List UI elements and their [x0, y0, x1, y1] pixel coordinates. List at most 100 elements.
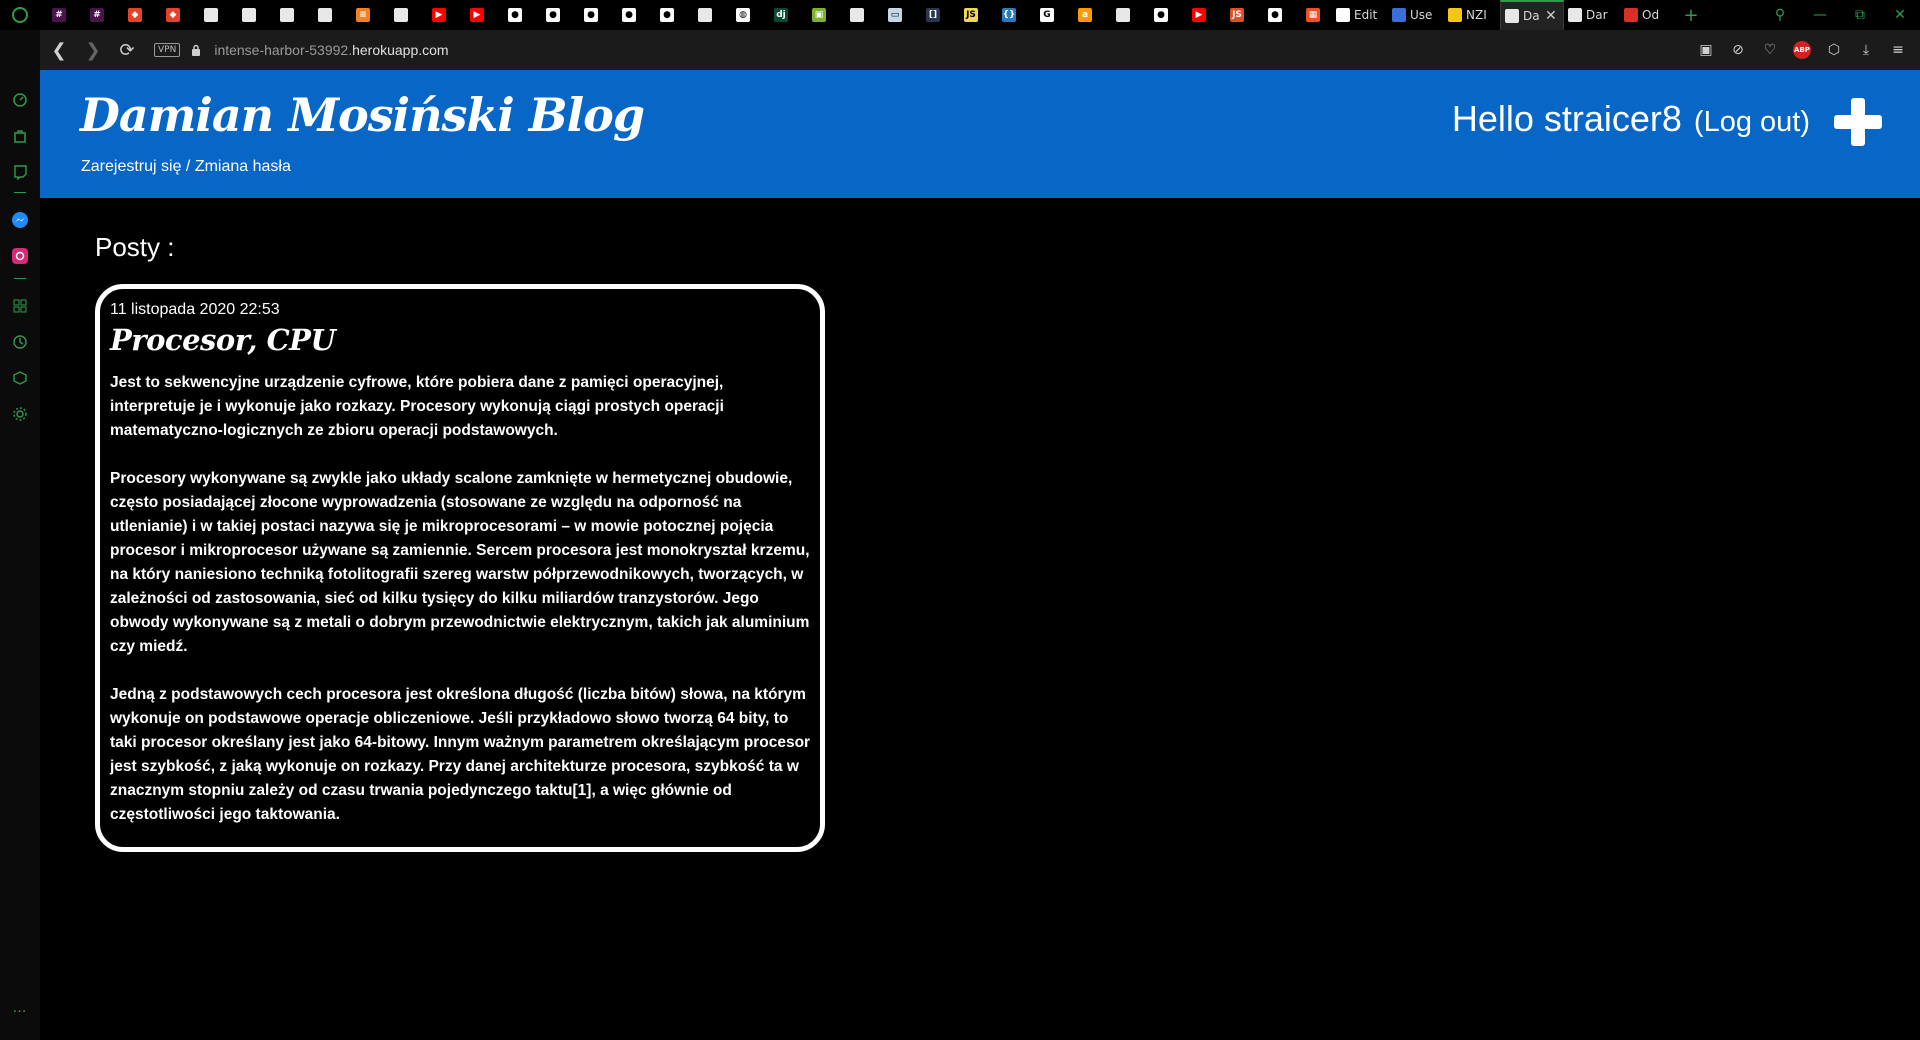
stackoverflow-icon: ≡	[356, 8, 370, 22]
instagram-icon[interactable]	[8, 244, 32, 268]
register-link[interactable]: Zarejestruj się	[81, 158, 181, 175]
browser-tab[interactable]: ▣	[800, 0, 838, 30]
github-icon: ●	[584, 8, 598, 22]
post-card[interactable]: 11 listopada 2020 22:53 Procesor, CPU Je…	[95, 284, 825, 852]
github-icon: ●	[546, 8, 560, 22]
url-domain: herokuapp.com	[352, 42, 449, 58]
browser-tab[interactable]	[192, 0, 230, 30]
browser-tab[interactable]: ◍	[724, 0, 762, 30]
link-separator: /	[181, 158, 195, 175]
snapshot-icon[interactable]: ▣	[1692, 36, 1720, 64]
tracker-blocker-icon[interactable]: ⊘	[1724, 36, 1752, 64]
opera-sidebar: …	[0, 30, 40, 1040]
browser-tab[interactable]	[230, 0, 268, 30]
twitch-icon[interactable]	[8, 160, 32, 184]
slack-icon: #	[90, 8, 104, 22]
opera-menu-icon[interactable]	[0, 0, 40, 30]
sidebar-more-icon[interactable]: …	[8, 996, 32, 1020]
browser-tab[interactable]: ◆	[116, 0, 154, 30]
browser-tab[interactable]: {}	[990, 0, 1028, 30]
restore-icon[interactable]: ⧉	[1840, 0, 1880, 30]
post-body: Jest to sekwencyjne urządzenie cyfrowe, …	[110, 371, 812, 851]
browser-tab[interactable]: ●	[572, 0, 610, 30]
browser-tab[interactable]: NZI	[1444, 0, 1500, 30]
lock-icon[interactable]	[188, 42, 204, 58]
site-title[interactable]: Damian Mosiński Blog	[80, 88, 645, 142]
browser-tab[interactable]: Dar	[1564, 0, 1620, 30]
document-icon	[394, 8, 408, 22]
logout-link[interactable]: (Log out)	[1694, 106, 1810, 139]
url-host: intense-harbor-53992.	[214, 42, 353, 58]
minimize-icon[interactable]: —	[1800, 0, 1840, 30]
browser-tab[interactable]: dj	[762, 0, 800, 30]
browser-tab[interactable]: ▶	[458, 0, 496, 30]
tab-label: Od	[1642, 8, 1660, 22]
tab-search-icon[interactable]: ⚲	[1760, 0, 1800, 30]
browser-tab[interactable]: ●	[1256, 0, 1294, 30]
browser-tab[interactable]: Use	[1388, 0, 1444, 30]
close-window-icon[interactable]: ✕	[1880, 0, 1920, 30]
browser-tab[interactable]: ◆	[154, 0, 192, 30]
bookmark-heart-icon[interactable]: ♡	[1756, 36, 1784, 64]
google-icon: G	[1040, 8, 1054, 22]
browser-tab[interactable]: ▶	[1180, 0, 1218, 30]
browser-tab[interactable]: ●	[610, 0, 648, 30]
messenger-icon[interactable]	[8, 208, 32, 232]
extensions-cube-icon[interactable]: ⬡	[1820, 36, 1848, 64]
browser-tab[interactable]: ▶	[420, 0, 458, 30]
document-icon	[318, 8, 332, 22]
browser-tab[interactable]: G	[1028, 0, 1066, 30]
browser-tab[interactable]: ●	[1142, 0, 1180, 30]
browser-tab[interactable]: Edit	[1332, 0, 1388, 30]
posts-heading: Posty :	[95, 232, 175, 262]
browser-tab[interactable]: ▭	[876, 0, 914, 30]
shopping-bag-icon[interactable]	[8, 124, 32, 148]
browser-tab[interactable]: JS	[952, 0, 990, 30]
new-tab-button[interactable]: +	[1676, 0, 1706, 30]
browser-tab[interactable]: ≡	[344, 0, 382, 30]
change-password-link[interactable]: Zmiana hasła	[195, 158, 291, 175]
javascript-icon: JS	[964, 8, 978, 22]
browser-tab[interactable]	[838, 0, 876, 30]
close-tab-icon[interactable]: ✕	[1545, 8, 1557, 24]
vpn-badge[interactable]: VPN	[154, 43, 181, 57]
browser-tab[interactable]: ●	[648, 0, 686, 30]
django-icon: dj	[774, 8, 788, 22]
github-icon: ●	[508, 8, 522, 22]
workspaces-icon[interactable]	[8, 294, 32, 318]
browser-tab[interactable]: #	[78, 0, 116, 30]
greeting-text: Hello straicer8	[1451, 98, 1682, 139]
browser-tab[interactable]	[268, 0, 306, 30]
settings-gear-icon[interactable]	[8, 402, 32, 426]
browser-tab[interactable]: a	[1066, 0, 1104, 30]
browser-tab[interactable]	[382, 0, 420, 30]
github-icon: ●	[622, 8, 636, 22]
browser-tab[interactable]: []	[914, 0, 952, 30]
browser-tab[interactable]: ●	[496, 0, 534, 30]
adblock-plus-icon[interactable]: ABP	[1788, 36, 1816, 64]
browser-tab[interactable]: ●	[534, 0, 572, 30]
browser-tab[interactable]: ▦	[1294, 0, 1332, 30]
browser-tab[interactable]	[686, 0, 724, 30]
url-field[interactable]: intense-harbor-53992.herokuapp.com	[214, 42, 448, 58]
download-icon[interactable]: ⤓	[1852, 36, 1880, 64]
forward-button[interactable]: ❯	[78, 35, 108, 65]
back-button[interactable]: ❮	[44, 35, 74, 65]
browser-tab-active[interactable]: Da ✕	[1500, 0, 1564, 30]
speed-dial-icon[interactable]	[8, 88, 32, 112]
reload-button[interactable]: ⟳	[112, 35, 142, 65]
extensions-icon[interactable]	[8, 366, 32, 390]
add-post-button[interactable]	[1830, 94, 1886, 150]
post-title[interactable]: Procesor, CPU	[110, 323, 336, 357]
browser-tab[interactable]	[1104, 0, 1142, 30]
browser-tab[interactable]: Od	[1620, 0, 1676, 30]
globe-icon: ◍	[736, 8, 750, 22]
browser-tab[interactable]	[306, 0, 344, 30]
window-controls: ⚲ — ⧉ ✕	[1760, 0, 1920, 30]
browser-tab[interactable]: JS	[1218, 0, 1256, 30]
browser-tab[interactable]: #	[40, 0, 78, 30]
image-icon: ▣	[812, 8, 826, 22]
history-clock-icon[interactable]	[8, 330, 32, 354]
easy-setup-icon[interactable]: ≡	[1884, 36, 1912, 64]
youtube-icon: ▶	[432, 8, 446, 22]
